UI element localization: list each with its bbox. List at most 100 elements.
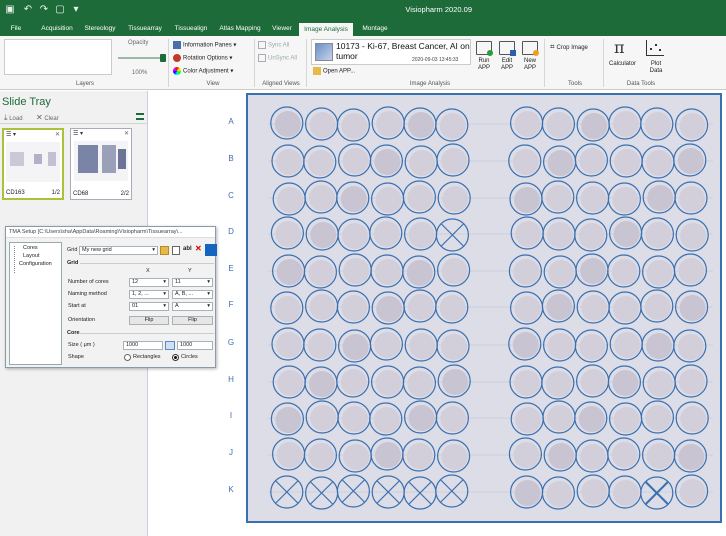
opacity-slider-thumb[interactable] [160, 54, 166, 62]
tma-core-c01[interactable] [272, 182, 306, 216]
tma-core-c09[interactable] [576, 181, 610, 215]
edit-app-icon[interactable] [499, 41, 516, 56]
tma-setup-dialog[interactable]: TMA Setup [C:\Users\sha\AppData\Roaming\… [5, 226, 217, 368]
tma-core-d09[interactable] [574, 218, 608, 252]
tma-core-e01[interactable] [271, 254, 306, 288]
tma-core-b10[interactable] [609, 144, 643, 178]
plot-data-icon[interactable] [646, 40, 664, 56]
tma-core-b07[interactable] [508, 144, 542, 178]
tma-core-b03[interactable] [337, 143, 372, 177]
tma-core-e12[interactable] [673, 253, 707, 287]
tma-core-e03[interactable] [338, 253, 372, 287]
tma-core-a03[interactable] [336, 108, 371, 142]
tma-core-a06[interactable] [435, 108, 469, 142]
tma-core-f07[interactable] [510, 291, 544, 325]
tma-core-g11[interactable] [641, 328, 675, 362]
tma-core-h02[interactable] [304, 366, 338, 400]
tma-core-d02[interactable] [305, 217, 339, 251]
tma-core-a08[interactable] [541, 107, 575, 141]
tma-core-d12[interactable] [675, 218, 709, 252]
new-file-icon[interactable] [172, 246, 180, 255]
tma-core-i10[interactable] [609, 402, 643, 436]
new-app-icon[interactable] [522, 41, 539, 56]
tma-core-h01[interactable] [272, 365, 306, 399]
tma-core-c04[interactable] [371, 182, 405, 216]
tma-core-j08[interactable] [543, 438, 577, 472]
tma-core-d08[interactable] [542, 217, 576, 251]
tma-core-c08[interactable] [541, 180, 575, 214]
slide-thumbnail-cd163[interactable]: ☰ ▾ ✕ CD163 1/2 [2, 128, 64, 200]
calculator-button[interactable]: Calculator [609, 61, 636, 67]
tma-core-i11[interactable] [640, 400, 674, 434]
tma-core-a10[interactable] [608, 106, 642, 140]
tma-core-c12[interactable] [674, 181, 708, 215]
edit-app-label[interactable]: Edit APP [499, 58, 515, 72]
tma-core-i05[interactable] [404, 400, 438, 434]
tma-core-e02[interactable] [303, 255, 338, 289]
tma-core-g07[interactable] [508, 327, 542, 361]
tab-acquisition[interactable]: Acquisition [36, 22, 78, 36]
tma-core-c07[interactable] [509, 182, 543, 216]
tma-core-h06[interactable] [437, 364, 471, 398]
tma-core-e11[interactable] [642, 255, 676, 289]
dialog-title[interactable]: TMA Setup [C:\Users\sha\AppData\Roaming\… [6, 227, 215, 238]
tma-core-k07[interactable] [510, 475, 544, 509]
tma-core-g02[interactable] [303, 328, 337, 362]
thumb-close-icon[interactable]: ✕ [124, 130, 129, 137]
tab-atlas-mapping[interactable]: Atlas Mapping [216, 22, 264, 36]
tma-core-f10[interactable] [608, 291, 642, 325]
tab-tissuearray[interactable]: Tissuearray [124, 22, 166, 36]
tma-core-g06[interactable] [436, 329, 470, 363]
tma-core-g10[interactable] [609, 327, 643, 361]
tab-stereology[interactable]: Stereology [80, 22, 120, 36]
opacity-slider-track[interactable] [118, 57, 164, 59]
rectangles-radio[interactable] [124, 354, 131, 361]
tma-core-g08[interactable] [543, 328, 577, 362]
tma-core-a04[interactable] [371, 106, 405, 140]
tma-core-h12[interactable] [674, 364, 708, 398]
tma-core-h04[interactable] [371, 365, 405, 399]
tma-core-j01[interactable] [271, 437, 306, 471]
num-cores-y-select[interactable]: 11 ▾ [172, 278, 213, 287]
tma-core-b05[interactable] [404, 145, 438, 179]
tma-core-e05[interactable] [402, 255, 436, 289]
tma-core-f02[interactable] [304, 289, 339, 323]
tma-core-j03[interactable] [338, 439, 372, 473]
tma-core-f08[interactable] [541, 289, 575, 323]
tma-core-e09[interactable] [575, 253, 609, 287]
color-adjustment-button[interactable]: Color Adjustment ▾ [173, 67, 233, 75]
tma-core-a01[interactable] [270, 106, 304, 140]
tma-core-i01[interactable] [270, 402, 305, 436]
layers-panel[interactable] [4, 39, 112, 75]
tma-core-i12[interactable] [675, 401, 709, 435]
clear-button[interactable]: ✕ Clear [36, 113, 59, 122]
circles-radio[interactable] [172, 354, 179, 361]
tma-core-i09[interactable] [574, 401, 608, 435]
tma-core-a07[interactable] [510, 106, 544, 140]
sync-all-button[interactable]: Sync All [258, 41, 289, 49]
tma-core-d03[interactable] [337, 218, 371, 252]
new-app-label[interactable]: New APP [522, 58, 538, 72]
tma-core-f09[interactable] [576, 290, 610, 324]
image-viewer[interactable]: A B C D E F G H I J K [148, 91, 726, 536]
grid-select[interactable]: My new grid ▾ [79, 246, 158, 255]
information-panes-button[interactable]: Information Panes ▾ [173, 41, 236, 49]
flip-y-button[interactable]: Flip [172, 316, 213, 325]
slide-thumbnail-cd68[interactable]: ☰ ▾ ✕ CD68 2/2 [70, 128, 132, 200]
run-app-label[interactable]: Run APP [476, 58, 492, 72]
tma-core-f03[interactable] [336, 290, 371, 324]
calculator-icon[interactable]: π [614, 40, 625, 56]
rotation-options-button[interactable]: Rotation Options ▾ [173, 54, 232, 62]
tma-core-f12[interactable] [675, 290, 709, 324]
tma-core-j06[interactable] [437, 439, 471, 473]
tma-core-i03[interactable] [337, 401, 371, 435]
tma-core-j05[interactable] [402, 438, 436, 472]
tree-item-layout[interactable]: Layout [23, 253, 40, 259]
tma-core-h11[interactable] [642, 366, 676, 400]
tma-core-g03[interactable] [337, 329, 372, 363]
tma-core-b01[interactable] [271, 144, 305, 178]
tma-core-k08[interactable] [541, 476, 575, 510]
tree-item-configuration[interactable]: Configuration [19, 261, 52, 267]
tma-core-k09[interactable] [576, 474, 610, 508]
tma-core-e06[interactable] [437, 253, 471, 287]
